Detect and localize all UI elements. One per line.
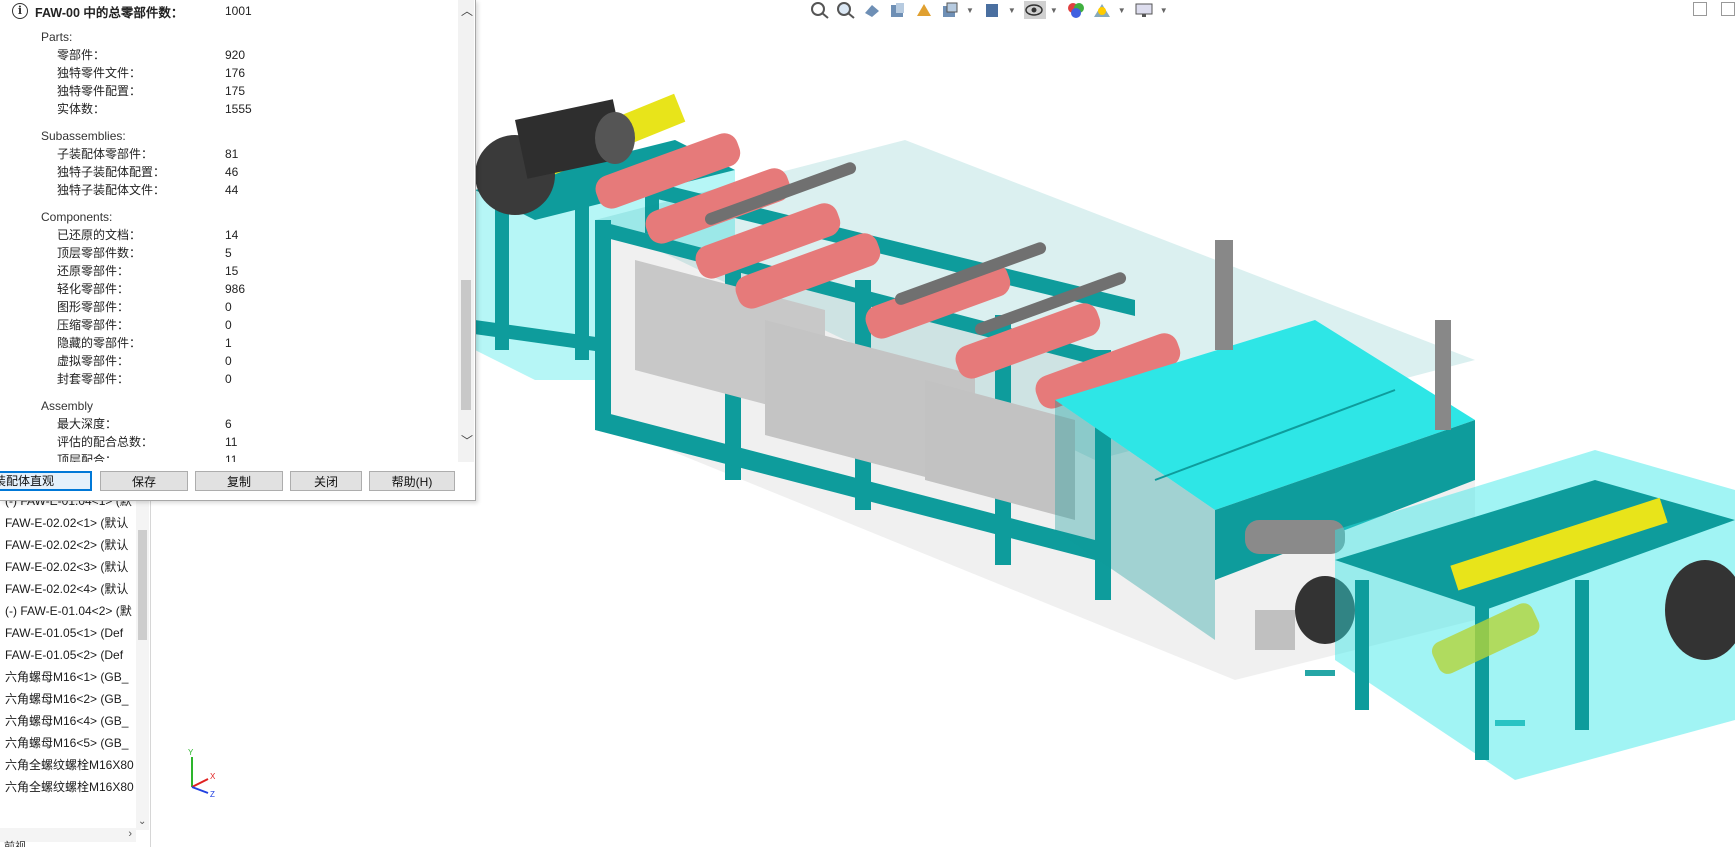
triad-x-label: X <box>210 772 216 781</box>
scrollbar-thumb[interactable] <box>138 530 147 640</box>
tree-item[interactable]: 前视 <box>4 838 26 847</box>
stat-row: 子装配体零部件： 81 <box>57 147 239 161</box>
heads-up-view-toolbar: ▼ ▼ ▼ ▼ ▼ <box>810 0 1176 20</box>
display-style-icon[interactable] <box>982 1 1004 19</box>
save-button[interactable]: 保存 <box>100 471 188 491</box>
chevron-right-icon[interactable]: › <box>128 828 132 840</box>
chevron-down-icon[interactable]: ▼ <box>966 6 974 15</box>
reference-triad: Y X Z <box>180 745 230 805</box>
section-title-components: Components: <box>41 210 113 224</box>
scrollbar-thumb[interactable] <box>461 280 471 410</box>
tree-item[interactable]: FAW-E-01.05<1> (Def <box>0 622 135 644</box>
view-settings-icon[interactable] <box>1134 1 1156 19</box>
view-orientation-icon[interactable] <box>940 1 962 19</box>
tree-item[interactable]: (-) FAW-E-01.04<2> (默 <box>0 600 135 622</box>
stat-row: 图形零部件： 0 <box>57 300 232 314</box>
tree-item[interactable]: FAW-E-02.02<3> (默认 <box>0 556 135 578</box>
hide-show-icon[interactable] <box>1023 1 1046 19</box>
stat-row: 零部件： 920 <box>57 48 246 62</box>
stat-row: 最大深度： 6 <box>57 417 232 431</box>
chevron-up-icon[interactable]: ︿ <box>461 2 473 19</box>
zoom-area-icon[interactable] <box>836 1 858 19</box>
copy-button[interactable]: 复制 <box>195 471 283 491</box>
stat-row: 隐藏的零部件： 1 <box>57 336 232 350</box>
dynamic-annotation-icon[interactable] <box>914 1 936 19</box>
stat-row: 虚拟零部件： 0 <box>57 354 232 368</box>
previous-view-icon[interactable] <box>862 1 884 19</box>
tree-item-list: (-) FAW-E-01.04<1> (默 FAW-E-02.02<1> (默认… <box>0 490 136 830</box>
tree-item[interactable]: FAW-E-02.02<2> (默认 <box>0 534 135 556</box>
stat-row: 独特子装配体文件： 44 <box>57 183 239 197</box>
dialog-vertical-scrollbar[interactable]: ︿ ﹀ <box>458 0 474 462</box>
tree-vertical-scrollbar[interactable]: ⌄ <box>136 490 149 830</box>
stat-row: 顶层配合： 11 <box>57 453 238 462</box>
stat-row: 还原零部件： 15 <box>57 264 239 278</box>
tree-item[interactable]: 六角螺母M16<5> (GB_ <box>0 732 135 754</box>
tree-item[interactable]: 六角全螺纹螺栓M16X80 <box>0 754 135 776</box>
zoom-to-fit-icon[interactable] <box>810 1 832 19</box>
chevron-down-icon[interactable]: ﹀ <box>461 432 473 449</box>
stat-row: 实体数： 1555 <box>57 102 252 116</box>
minimize-icon[interactable] <box>1693 2 1707 16</box>
tree-item[interactable]: 六角螺母M16<2> (GB_ <box>0 688 135 710</box>
feature-manager-tree: (-) FAW-E-01.04<1> (默 FAW-E-02.02<1> (默认… <box>0 490 151 847</box>
tree-item[interactable]: 六角螺母M16<1> (GB_ <box>0 666 135 688</box>
tree-item[interactable]: 六角螺母M16<4> (GB_ <box>0 710 135 732</box>
stat-row: 评估的配合总数： 11 <box>57 435 238 449</box>
assembly-visualization-button[interactable]: 装配体直观 <box>0 471 92 491</box>
triad-y-label: Y <box>188 748 194 757</box>
apply-scene-icon[interactable] <box>1092 1 1114 19</box>
stat-row: 已还原的文档： 14 <box>57 228 239 242</box>
chevron-down-icon[interactable]: ⌄ <box>138 816 146 827</box>
section-title-assembly: Assembly <box>41 399 94 413</box>
edit-appearance-icon[interactable] <box>1066 1 1088 19</box>
info-icon: i <box>12 3 28 19</box>
stat-row: 压缩零部件： 0 <box>57 318 232 332</box>
section-view-icon[interactable] <box>888 1 910 19</box>
tree-item[interactable]: 六角全螺纹螺栓M16X80 <box>0 776 135 798</box>
stat-row: 封套零部件： 0 <box>57 372 232 386</box>
stat-row: 独特零件文件： 176 <box>57 66 246 80</box>
triad-z-label: Z <box>210 790 215 799</box>
section-title-parts: Parts: <box>41 30 73 44</box>
assembly-statistics-dialog: i FAW-00 中的总零部件数： 1001 Parts: 零部件： 920 独特… <box>0 0 476 501</box>
summary-value: 1001 <box>225 4 252 18</box>
chevron-down-icon[interactable]: ▼ <box>1008 6 1016 15</box>
close-button[interactable]: 关闭 <box>290 471 362 491</box>
viewport-window-controls <box>1679 2 1735 16</box>
chevron-down-icon[interactable]: ▼ <box>1160 6 1168 15</box>
tree-item[interactable]: FAW-E-01.05<2> (Def <box>0 644 135 666</box>
assembly-model <box>473 93 1735 780</box>
help-button[interactable]: 帮助(H) <box>369 471 455 491</box>
total-components-summary: i FAW-00 中的总零部件数： 1001 <box>12 2 252 20</box>
chevron-down-icon[interactable]: ▼ <box>1118 6 1126 15</box>
graphics-area[interactable] <box>473 20 1735 847</box>
tree-item[interactable]: FAW-E-02.02<1> (默认 <box>0 512 135 534</box>
section-title-subassemblies: Subassemblies: <box>41 129 126 143</box>
summary-label: FAW-00 中的总零部件数： <box>35 5 184 20</box>
tree-item[interactable]: FAW-E-02.02<4> (默认 <box>0 578 135 600</box>
stat-row: 顶层零部件数： 5 <box>57 246 232 260</box>
stat-row: 独特子装配体配置： 46 <box>57 165 239 179</box>
dialog-button-bar: 装配体直观 保存 复制 关闭 帮助(H) <box>0 471 475 495</box>
restore-icon[interactable] <box>1721 2 1735 16</box>
stat-row: 独特零件配置： 175 <box>57 84 246 98</box>
chevron-down-icon[interactable]: ▼ <box>1050 6 1058 15</box>
statistics-content: i FAW-00 中的总零部件数： 1001 Parts: 零部件： 920 独特… <box>0 0 457 462</box>
stat-row: 轻化零部件： 986 <box>57 282 246 296</box>
